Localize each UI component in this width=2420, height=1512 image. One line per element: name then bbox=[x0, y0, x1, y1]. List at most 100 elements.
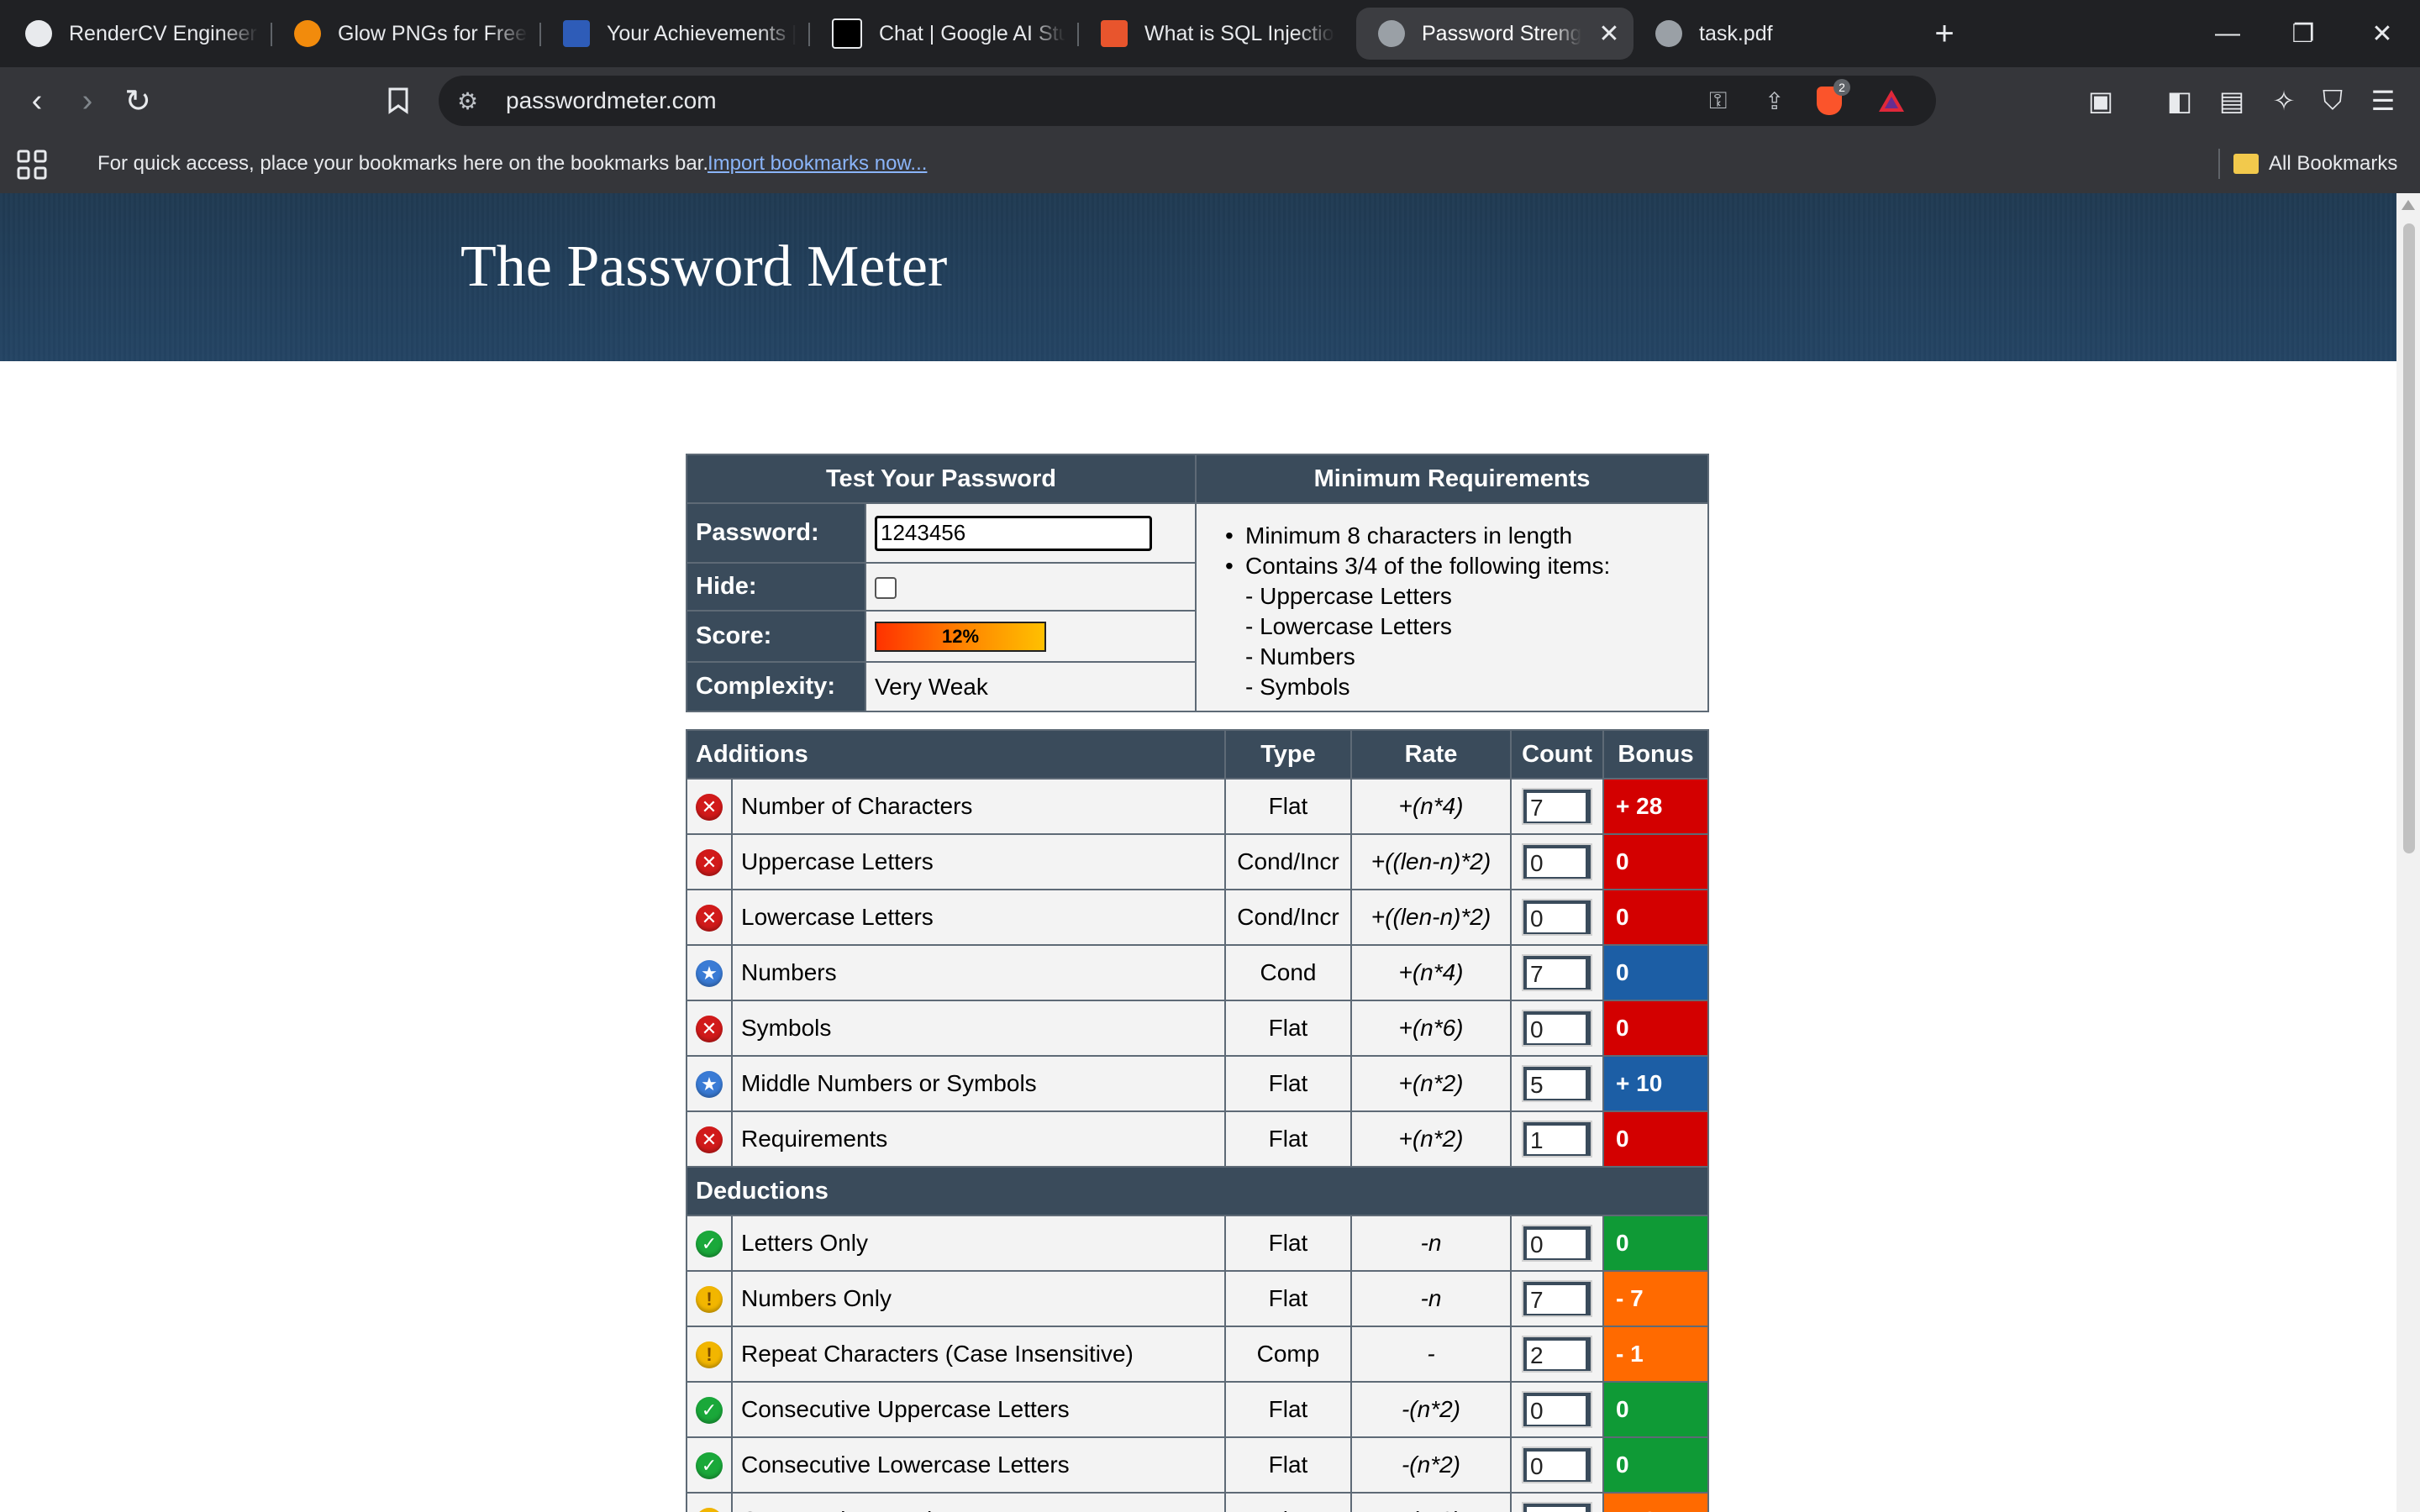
tab-title: Password Strength bbox=[1422, 21, 1581, 45]
status-cell: ★ bbox=[686, 944, 733, 1001]
bonus-value: - 7 bbox=[1602, 1270, 1709, 1327]
menu-icon[interactable]: ☰ bbox=[2358, 67, 2408, 134]
scoring-table: Additions Type Rate Count Bonus ✕ Number … bbox=[686, 729, 1709, 1512]
bookmarks-message: For quick access, place your bookmarks h… bbox=[97, 152, 709, 175]
share-icon[interactable]: ⇪ bbox=[1765, 76, 1784, 126]
tab-title: What is SQL Injection? T bbox=[1144, 21, 1334, 45]
password-input[interactable] bbox=[875, 515, 1152, 551]
bonus-value: - 12 bbox=[1602, 1492, 1709, 1512]
criterion-name: Repeat Characters (Case Insensitive) bbox=[731, 1326, 1226, 1383]
count-field: 2 bbox=[1522, 1336, 1592, 1373]
status-cell: ! bbox=[686, 1492, 733, 1512]
bonus-value: 0 bbox=[1602, 833, 1709, 890]
restore-icon[interactable]: ❐ bbox=[2265, 0, 2341, 67]
browser-tab[interactable]: RenderCV EngineeringR bbox=[3, 8, 272, 60]
count-field: 0 bbox=[1522, 1446, 1592, 1483]
count-value: 7 bbox=[1527, 793, 1586, 822]
criterion-type: Flat bbox=[1224, 1055, 1352, 1112]
browser-tab[interactable]: Password Strength ✕ bbox=[1356, 8, 1634, 60]
criterion-type: Flat bbox=[1224, 1110, 1352, 1168]
bonus-value: 0 bbox=[1602, 1436, 1709, 1494]
scroll-up-icon[interactable] bbox=[2402, 200, 2415, 210]
vpn-icon[interactable]: ⛉ bbox=[2307, 67, 2358, 134]
requirement-item: Contains 3/4 of the following items: bbox=[1225, 551, 1694, 581]
brave-rewards-icon[interactable] bbox=[1877, 76, 1906, 126]
sidebar-icon[interactable]: ◧ bbox=[2154, 67, 2205, 134]
apps-grid-icon[interactable] bbox=[17, 150, 47, 180]
criterion-type: Flat bbox=[1224, 1436, 1352, 1494]
status-cell: ✕ bbox=[686, 1000, 733, 1057]
pass-status-icon: ✓ bbox=[696, 1230, 723, 1257]
new-tab-button[interactable]: + bbox=[1919, 15, 1970, 53]
criterion-type: Comp bbox=[1224, 1326, 1352, 1383]
site-settings-icon[interactable]: ⚙ bbox=[457, 76, 478, 126]
browser-tab[interactable]: What is SQL Injection? T bbox=[1079, 8, 1348, 60]
page-viewport: The Password Meter Test Your Password Mi… bbox=[0, 193, 2396, 1512]
pass-status-icon: ✓ bbox=[696, 1452, 723, 1479]
page-scrollbar[interactable] bbox=[2396, 193, 2420, 1512]
count-header: Count bbox=[1510, 729, 1604, 780]
tab-title: task.pdf bbox=[1699, 21, 1773, 45]
score-label: Score: bbox=[686, 610, 866, 664]
score-row: ✓ Consecutive Lowercase Letters Flat -(n*2)… bbox=[686, 1436, 1709, 1494]
address-bar[interactable]: ⚙ passwordmeter.com ⚿ ⇪ 2 bbox=[439, 76, 1936, 126]
reload-icon[interactable]: ↻ bbox=[113, 67, 163, 134]
all-bookmarks-label: All Bookmarks bbox=[2269, 152, 2398, 175]
key-icon[interactable]: ⚿ bbox=[1709, 76, 1727, 126]
browser-tab[interactable]: Glow PNGs for Free Dov bbox=[272, 8, 541, 60]
minimize-icon[interactable]: — bbox=[2190, 0, 2265, 67]
fail-status-icon: ✕ bbox=[696, 848, 723, 876]
reading-list-icon[interactable]: ▣ bbox=[2075, 67, 2126, 134]
count-cell: 0 bbox=[1510, 1000, 1604, 1057]
globe-icon bbox=[1378, 20, 1405, 47]
requirements-header: Minimum Requirements bbox=[1195, 454, 1709, 504]
count-cell: 0 bbox=[1510, 833, 1604, 890]
additions-header: Additions bbox=[686, 729, 1226, 780]
tab-close-icon[interactable]: ✕ bbox=[1595, 19, 1623, 49]
criterion-rate: - bbox=[1350, 1326, 1512, 1383]
count-cell: 6 bbox=[1510, 1492, 1604, 1512]
import-bookmarks-link[interactable]: Import bookmarks now... bbox=[708, 152, 927, 176]
browser-tab[interactable]: Your Achievements | Fo bbox=[541, 8, 810, 60]
score-row: ! Consecutive NumbersFlat-(n*2) 6 - 12 bbox=[686, 1492, 1709, 1512]
count-field: 5 bbox=[1522, 1065, 1592, 1102]
score-row: ✕ Requirements Flat +(n*2) 1 0 bbox=[686, 1110, 1709, 1168]
score-row: ✕ Number of Characters Flat +(n*4) 7 + 28 bbox=[686, 778, 1709, 835]
brave-shields-icon[interactable]: 2 bbox=[1817, 76, 1850, 126]
complexity-label: Complexity: bbox=[686, 661, 866, 712]
forward-icon[interactable]: › bbox=[62, 67, 113, 134]
criterion-name: Consecutive Lowercase Letters bbox=[731, 1436, 1226, 1494]
count-value: 0 bbox=[1527, 1015, 1586, 1043]
bonus-value: + 28 bbox=[1602, 778, 1709, 835]
leo-ai-icon[interactable]: ✧ bbox=[2259, 67, 2309, 134]
window-close-icon[interactable]: ✕ bbox=[2344, 0, 2420, 67]
rate-header: Rate bbox=[1350, 729, 1512, 780]
back-icon[interactable]: ‹ bbox=[12, 67, 62, 134]
scroll-thumb[interactable] bbox=[2403, 223, 2415, 853]
bookmark-icon[interactable] bbox=[373, 67, 424, 134]
bookmarks-divider bbox=[2218, 149, 2220, 179]
status-cell: ! bbox=[686, 1270, 733, 1327]
criterion-type: Cond/Incr bbox=[1224, 889, 1352, 946]
exceed-status-icon: ★ bbox=[696, 959, 723, 987]
browser-tab[interactable]: task.pdf bbox=[1634, 8, 1902, 60]
wallet-icon[interactable]: ▤ bbox=[2207, 67, 2257, 134]
count-cell: 0 bbox=[1510, 1381, 1604, 1438]
achievements-icon bbox=[563, 20, 590, 47]
criterion-rate: -(n*2) bbox=[1350, 1492, 1512, 1512]
criterion-name: Symbols bbox=[731, 1000, 1226, 1057]
score-row: ★ Numbers Cond +(n*4) 7 0 bbox=[686, 944, 1709, 1001]
tab-bar: RenderCV EngineeringR Glow PNGs for Free … bbox=[0, 0, 2420, 67]
browser-tab[interactable]: Chat | Google AI Studio bbox=[810, 8, 1079, 60]
test-password-table: Test Your Password Minimum Requirements … bbox=[686, 454, 1709, 712]
complexity-value: Very Weak bbox=[865, 661, 1197, 712]
all-bookmarks-button[interactable]: All Bookmarks bbox=[2233, 152, 2397, 176]
hide-checkbox[interactable] bbox=[875, 577, 897, 600]
criterion-name: Lowercase Letters bbox=[731, 889, 1226, 946]
status-cell: ✓ bbox=[686, 1381, 733, 1438]
score-row: ! Numbers Only Flat -n 7 - 7 bbox=[686, 1270, 1709, 1327]
count-value: 7 bbox=[1527, 1285, 1586, 1314]
hide-label: Hide: bbox=[686, 562, 866, 612]
glow-icon bbox=[294, 20, 321, 47]
count-field: 0 bbox=[1522, 843, 1592, 880]
